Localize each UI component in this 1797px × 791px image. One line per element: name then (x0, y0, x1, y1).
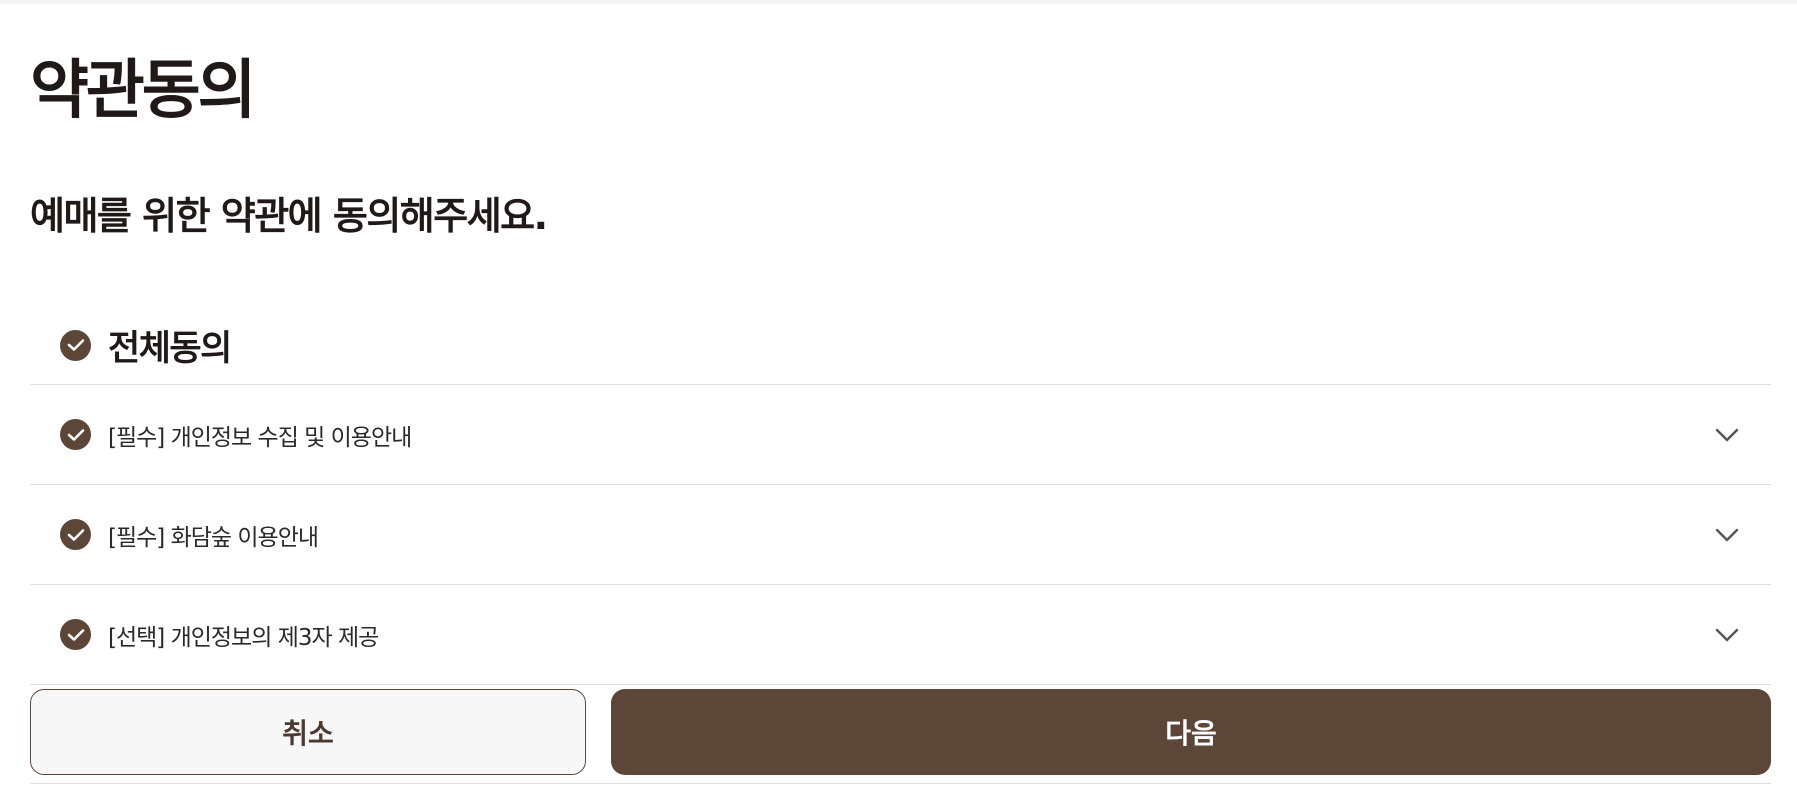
term-label: [선택] 개인정보의 제3자 제공 (108, 624, 379, 651)
term-row-hwadamsup-usage[interactable]: [필수] 화담숲 이용안내 (30, 485, 1771, 585)
chevron-down-icon[interactable] (1713, 421, 1741, 449)
check-circle-icon[interactable] (60, 329, 91, 361)
term-row-third-party[interactable]: [선택] 개인정보의 제3자 제공 (30, 585, 1771, 685)
next-button[interactable]: 다음 (611, 689, 1771, 775)
page-subtitle: 예매를 위한 약관에 동의해주세요. (30, 194, 548, 238)
check-circle-icon[interactable] (60, 519, 91, 550)
button-bar: 취소 다음 (30, 689, 1771, 784)
page-title: 약관동의 (30, 54, 257, 128)
chevron-down-icon[interactable] (1713, 621, 1741, 649)
agree-all-label: 전체동의 (108, 328, 232, 369)
terms-list: 전체동의 [필수] 개인정보 수집 및 이용안내 [필수] 화담숲 이용안내 [… (30, 306, 1771, 685)
term-label: [필수] 화담숲 이용안내 (108, 524, 319, 551)
chevron-down-icon[interactable] (1713, 521, 1741, 549)
term-label: [필수] 개인정보 수집 및 이용안내 (108, 424, 412, 451)
check-circle-icon[interactable] (60, 619, 91, 650)
term-row-privacy-collection[interactable]: [필수] 개인정보 수집 및 이용안내 (30, 385, 1771, 485)
top-divider (0, 0, 1797, 4)
check-circle-icon[interactable] (60, 419, 91, 450)
cancel-button[interactable]: 취소 (30, 689, 586, 775)
agree-all-row[interactable]: 전체동의 (30, 306, 1771, 385)
